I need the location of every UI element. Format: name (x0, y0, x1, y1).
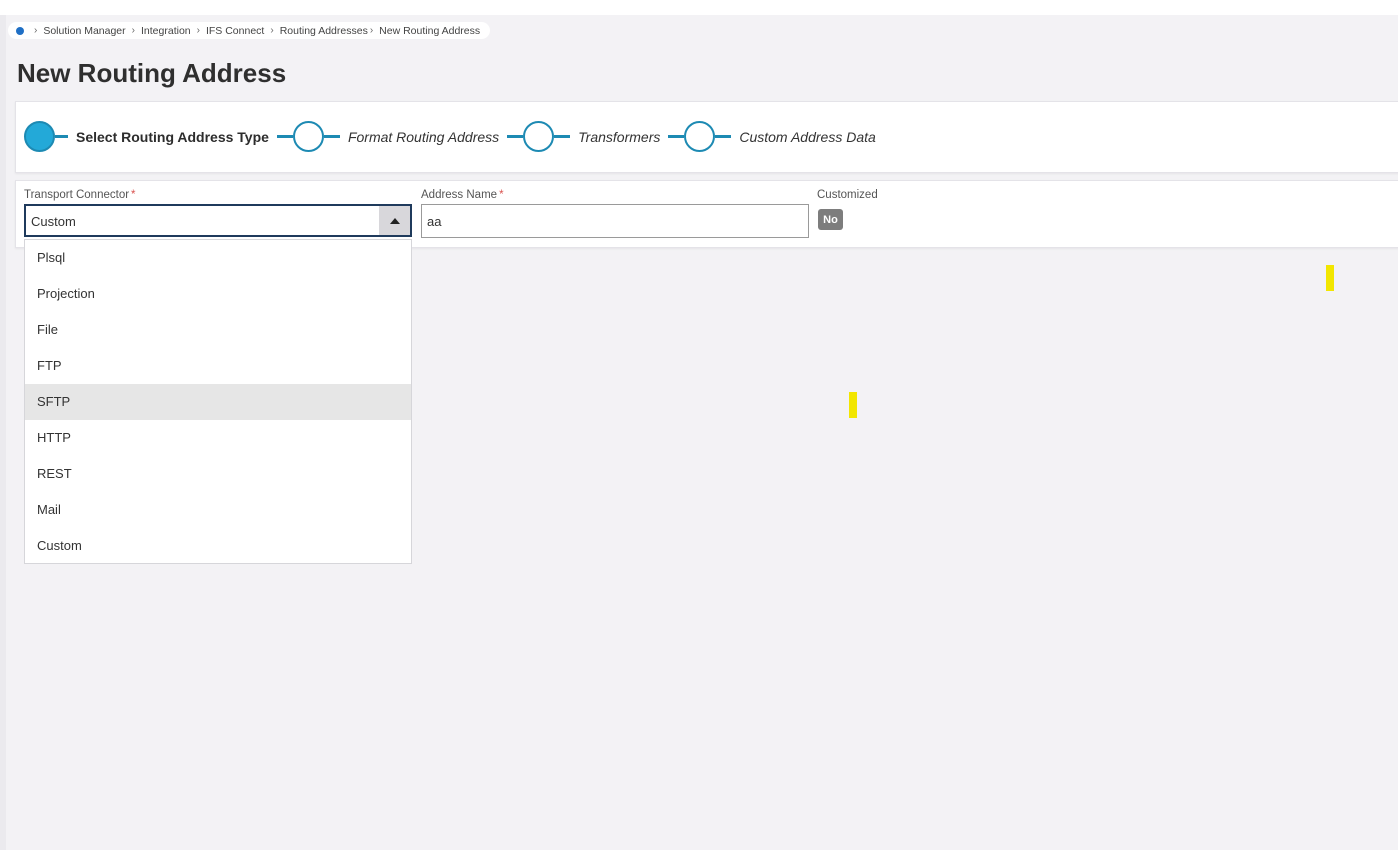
step-connector (323, 135, 340, 138)
transport-connector-options: Plsql Projection File FTP SFTP HTTP REST… (24, 239, 412, 564)
transport-connector-value: Custom (31, 214, 76, 229)
address-name-label: Address Name * (421, 189, 504, 201)
wizard-stepper: Select Routing Address Type Format Routi… (15, 101, 1398, 173)
breadcrumb-item-routing-addresses[interactable]: Routing Addresses (280, 25, 368, 37)
step-circle (523, 121, 555, 152)
highlight-marker (1326, 265, 1334, 291)
transport-connector-select[interactable]: Custom (24, 204, 412, 237)
step-connector (554, 135, 571, 138)
step-custom-address-data[interactable]: Custom Address Data (668, 121, 883, 152)
step-label: Transformers (578, 128, 661, 145)
option-mail[interactable]: Mail (25, 492, 411, 528)
breadcrumb-item-integration[interactable]: Integration (141, 25, 191, 37)
caret-up-icon (389, 217, 400, 224)
dropdown-toggle-button[interactable] (379, 206, 410, 235)
step-connector (715, 135, 732, 138)
option-sftp[interactable]: SFTP (25, 384, 411, 420)
step-format-routing-address[interactable]: Format Routing Address (276, 121, 507, 152)
breadcrumb-item-solution-manager[interactable]: Solution Manager (43, 25, 125, 37)
step-label: Custom Address Data (739, 128, 876, 145)
option-ftp[interactable]: FTP (25, 348, 411, 384)
chevron-right-icon: › (196, 25, 200, 36)
option-projection[interactable]: Projection (25, 276, 411, 312)
transport-connector-label-text: Transport Connector (24, 189, 130, 201)
step-circle-active (24, 121, 55, 152)
home-icon[interactable] (16, 26, 24, 35)
option-plsql[interactable]: Plsql (25, 240, 411, 276)
option-file[interactable]: File (25, 312, 411, 348)
step-select-routing-address-type[interactable]: Select Routing Address Type (24, 121, 277, 152)
transport-connector-label: Transport Connector * (24, 189, 136, 201)
step-connector (276, 135, 293, 138)
chevron-right-icon: › (131, 25, 135, 36)
step-transformers[interactable]: Transformers (507, 121, 668, 152)
chevron-right-icon: › (369, 25, 374, 36)
step-label: Select Routing Address Type (76, 128, 269, 145)
option-custom[interactable]: Custom (25, 528, 411, 564)
step-connector (668, 135, 685, 138)
page-title: New Routing Address (17, 58, 287, 88)
step-circle (292, 121, 324, 152)
option-rest[interactable]: REST (25, 456, 411, 492)
top-strip (0, 0, 1398, 15)
required-mark: * (499, 189, 504, 201)
breadcrumb-item-ifs-connect[interactable]: IFS Connect (206, 25, 264, 37)
step-label: Format Routing Address (347, 128, 500, 145)
step-connector (507, 135, 524, 138)
left-edge (0, 15, 6, 850)
address-name-value: aa (427, 214, 442, 229)
customized-badge: No (818, 209, 843, 230)
highlight-marker (849, 392, 857, 418)
routing-address-form: Transport Connector * Custom Address Name… (15, 180, 1398, 248)
breadcrumb: › Solution Manager › Integration › IFS C… (8, 22, 491, 39)
step-circle (684, 121, 716, 152)
chevron-right-icon: › (34, 25, 38, 36)
address-name-field[interactable]: aa (421, 204, 809, 238)
customized-label: Customized (817, 189, 878, 201)
breadcrumb-item-current: New Routing Address (379, 24, 481, 37)
chevron-right-icon: › (270, 25, 274, 36)
step-connector (55, 135, 68, 138)
address-name-label-text: Address Name (421, 189, 498, 201)
required-mark: * (131, 189, 136, 201)
option-http[interactable]: HTTP (25, 420, 411, 456)
